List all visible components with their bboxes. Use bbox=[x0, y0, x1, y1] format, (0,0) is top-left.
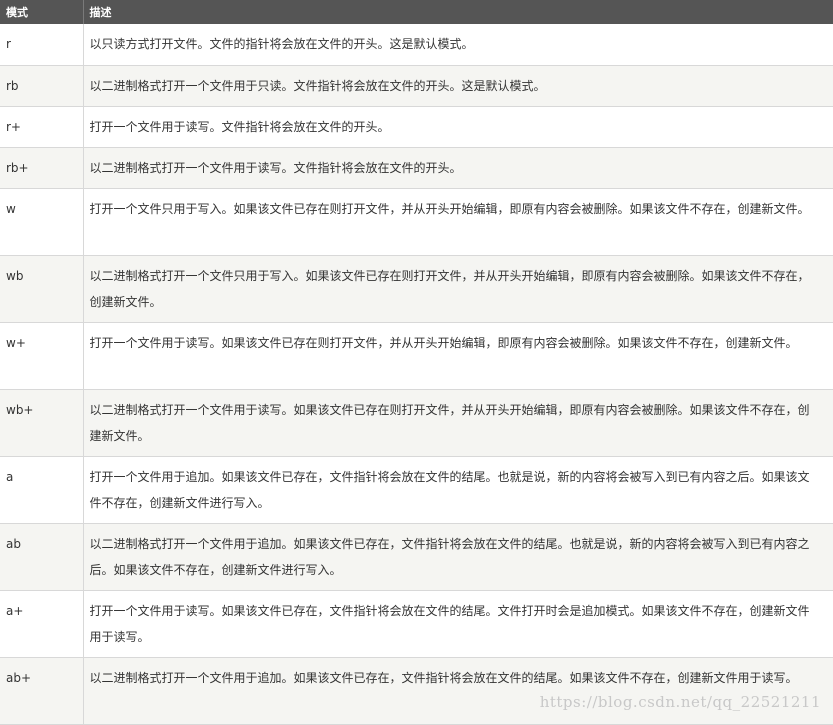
table-row: ab+ 以二进制格式打开一个文件用于追加。如果该文件已存在，文件指针将会放在文件… bbox=[0, 657, 833, 724]
table-row: a+ 打开一个文件用于读写。如果该文件已存在，文件指针将会放在文件的结尾。文件打… bbox=[0, 590, 833, 657]
description-cell: 打开一个文件用于读写。如果该文件已存在则打开文件，并从开头开始编辑，即原有内容会… bbox=[83, 322, 833, 389]
table-row: a 打开一个文件用于追加。如果该文件已存在，文件指针将会放在文件的结尾。也就是说… bbox=[0, 456, 833, 523]
mode-cell: rb+ bbox=[0, 147, 83, 188]
mode-cell: a bbox=[0, 456, 83, 523]
mode-cell: w bbox=[0, 188, 83, 255]
watermark: https://blog.csdn.net/qq_22521211 bbox=[540, 693, 821, 711]
table-row: w+ 打开一个文件用于读写。如果该文件已存在则打开文件，并从开头开始编辑，即原有… bbox=[0, 322, 833, 389]
mode-cell: wb+ bbox=[0, 389, 83, 456]
mode-cell: wb bbox=[0, 255, 83, 322]
table-row: r 以只读方式打开文件。文件的指针将会放在文件的开头。这是默认模式。 bbox=[0, 24, 833, 65]
mode-cell: w+ bbox=[0, 322, 83, 389]
description-cell: 打开一个文件用于读写。文件指针将会放在文件的开头。 bbox=[83, 106, 833, 147]
mode-cell: ab+ bbox=[0, 657, 83, 724]
table-row: w 打开一个文件只用于写入。如果该文件已存在则打开文件，并从开头开始编辑，即原有… bbox=[0, 188, 833, 255]
table-body: r 以只读方式打开文件。文件的指针将会放在文件的开头。这是默认模式。 rb 以二… bbox=[0, 24, 833, 724]
mode-cell: r+ bbox=[0, 106, 83, 147]
table-row: r+ 打开一个文件用于读写。文件指针将会放在文件的开头。 bbox=[0, 106, 833, 147]
description-cell: 打开一个文件用于读写。如果该文件已存在，文件指针将会放在文件的结尾。文件打开时会… bbox=[83, 590, 833, 657]
description-cell: 以二进制格式打开一个文件用于只读。文件指针将会放在文件的开头。这是默认模式。 bbox=[83, 65, 833, 106]
description-cell: 以二进制格式打开一个文件用于追加。如果该文件已存在，文件指针将会放在文件的结尾。… bbox=[83, 523, 833, 590]
table-row: ab 以二进制格式打开一个文件用于追加。如果该文件已存在，文件指针将会放在文件的… bbox=[0, 523, 833, 590]
mode-cell: a+ bbox=[0, 590, 83, 657]
table-row: wb 以二进制格式打开一个文件只用于写入。如果该文件已存在则打开文件，并从开头开… bbox=[0, 255, 833, 322]
description-cell: 以二进制格式打开一个文件用于读写。文件指针将会放在文件的开头。 bbox=[83, 147, 833, 188]
file-modes-table: 模式 描述 r 以只读方式打开文件。文件的指针将会放在文件的开头。这是默认模式。… bbox=[0, 0, 833, 725]
description-cell: 打开一个文件只用于写入。如果该文件已存在则打开文件，并从开头开始编辑，即原有内容… bbox=[83, 188, 833, 255]
mode-cell: r bbox=[0, 24, 83, 65]
header-mode: 模式 bbox=[0, 0, 83, 24]
table-row: rb+ 以二进制格式打开一个文件用于读写。文件指针将会放在文件的开头。 bbox=[0, 147, 833, 188]
table-row: wb+ 以二进制格式打开一个文件用于读写。如果该文件已存在则打开文件，并从开头开… bbox=[0, 389, 833, 456]
description-cell: 以二进制格式打开一个文件只用于写入。如果该文件已存在则打开文件，并从开头开始编辑… bbox=[83, 255, 833, 322]
header-description: 描述 bbox=[83, 0, 833, 24]
mode-cell: ab bbox=[0, 523, 83, 590]
table-header: 模式 描述 bbox=[0, 0, 833, 24]
description-cell: 以二进制格式打开一个文件用于追加。如果该文件已存在，文件指针将会放在文件的结尾。… bbox=[83, 657, 833, 724]
description-cell: 以二进制格式打开一个文件用于读写。如果该文件已存在则打开文件，并从开头开始编辑，… bbox=[83, 389, 833, 456]
table-row: rb 以二进制格式打开一个文件用于只读。文件指针将会放在文件的开头。这是默认模式… bbox=[0, 65, 833, 106]
mode-cell: rb bbox=[0, 65, 83, 106]
description-cell: 打开一个文件用于追加。如果该文件已存在，文件指针将会放在文件的结尾。也就是说，新… bbox=[83, 456, 833, 523]
header-row: 模式 描述 bbox=[0, 0, 833, 24]
description-cell: 以只读方式打开文件。文件的指针将会放在文件的开头。这是默认模式。 bbox=[83, 24, 833, 65]
